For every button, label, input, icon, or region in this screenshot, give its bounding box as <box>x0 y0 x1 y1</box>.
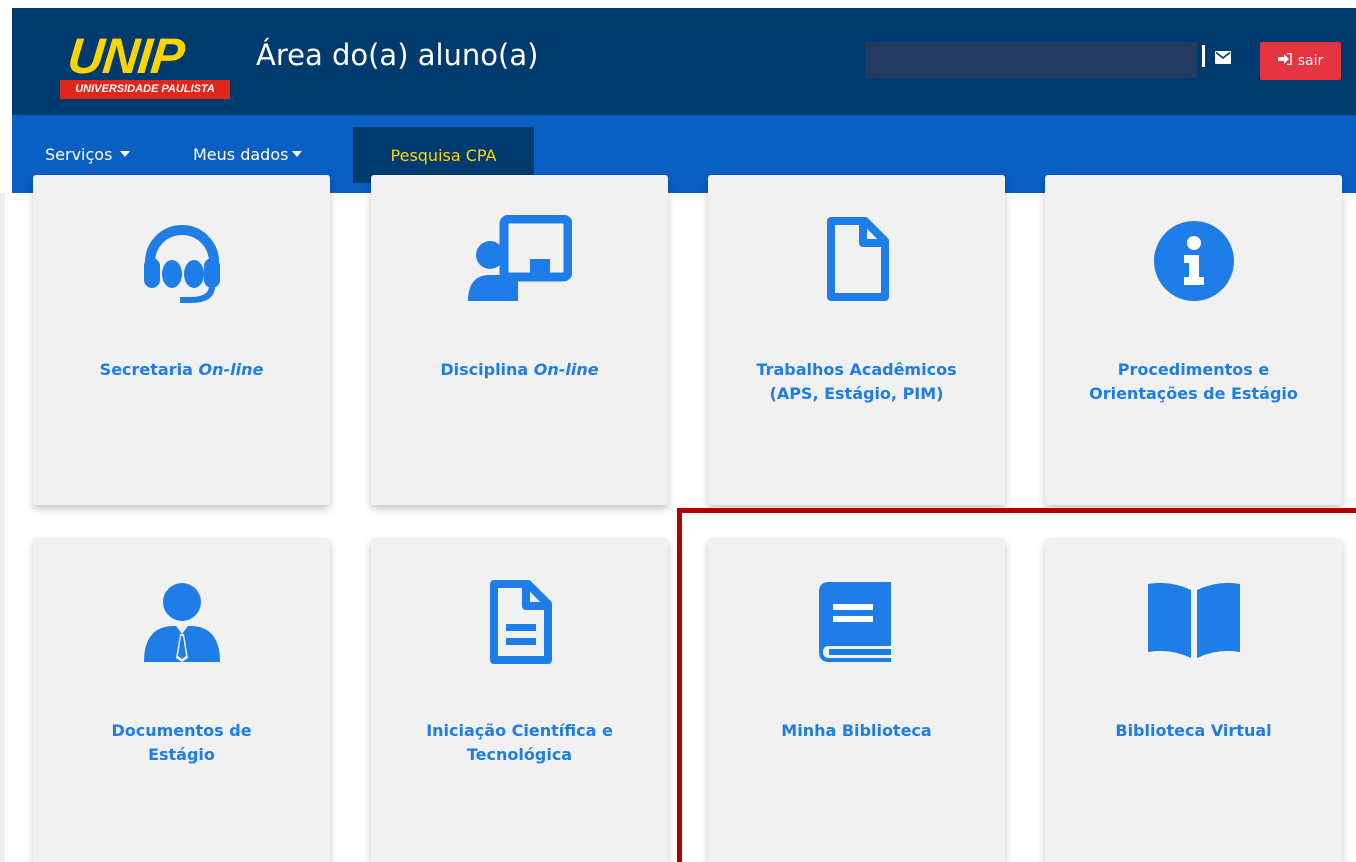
page-title: Área do(a) aluno(a) <box>256 38 539 72</box>
card-label: Procedimentos e Orientações de Estágio <box>1089 360 1298 403</box>
card-label: Iniciação Científica e Tecnológica <box>426 721 613 764</box>
divider <box>1202 45 1205 67</box>
card-iniciacao-cientifica[interactable]: Iniciação Científica e Tecnológica <box>371 538 668 862</box>
caret-down-icon <box>292 151 303 157</box>
file-text-icon <box>488 580 552 670</box>
headset-icon <box>140 220 224 308</box>
presentation-icon <box>467 214 572 309</box>
open-book-icon <box>1146 582 1242 664</box>
sign-out-icon <box>1277 52 1292 69</box>
caret-down-icon <box>120 151 131 157</box>
page-edge <box>0 193 5 862</box>
top-header: UNIP UNIVERSIDADE PAULISTA Área do(a) al… <box>12 8 1356 115</box>
card-trabalhos-academicos[interactable]: Trabalhos Acadêmicos (APS, Estágio, PIM) <box>708 175 1005 505</box>
user-name-bar <box>865 42 1197 78</box>
mail-icon[interactable] <box>1215 49 1231 68</box>
logo-wordmark: UNIP <box>65 28 187 84</box>
card-label: Secretaria On-line <box>99 360 264 379</box>
card-label: Minha Biblioteca <box>781 721 932 740</box>
book-icon <box>818 582 895 668</box>
nav-meus-dados-label: Meus dados <box>193 144 289 164</box>
card-label: Documentos de Estágio <box>111 721 252 764</box>
card-label: Disciplina On-line <box>440 360 599 379</box>
card-label: Trabalhos Acadêmicos (APS, Estágio, PIM) <box>756 360 957 403</box>
logout-button[interactable]: sair <box>1260 42 1341 80</box>
card-disciplina-online[interactable]: Disciplina On-line <box>371 175 668 505</box>
card-secretaria-online[interactable]: Secretaria On-line <box>33 175 330 505</box>
logout-label: sair <box>1297 53 1324 69</box>
card-biblioteca-virtual[interactable]: Biblioteca Virtual <box>1045 538 1342 862</box>
nav-servicos-label: Serviços <box>45 144 113 164</box>
card-documentos-estagio[interactable]: Documentos de Estágio <box>33 538 330 862</box>
logo-tagline: UNIVERSIDADE PAULISTA <box>60 80 230 99</box>
info-icon <box>1152 219 1236 307</box>
card-label: Biblioteca Virtual <box>1115 721 1272 740</box>
card-procedimentos-estagio[interactable]: Procedimentos e Orientações de Estágio <box>1045 175 1342 505</box>
unip-logo[interactable]: UNIP UNIVERSIDADE PAULISTA <box>60 28 242 100</box>
user-tie-icon <box>142 582 222 668</box>
document-icon <box>825 217 889 307</box>
card-minha-biblioteca[interactable]: Minha Biblioteca <box>708 538 1005 862</box>
